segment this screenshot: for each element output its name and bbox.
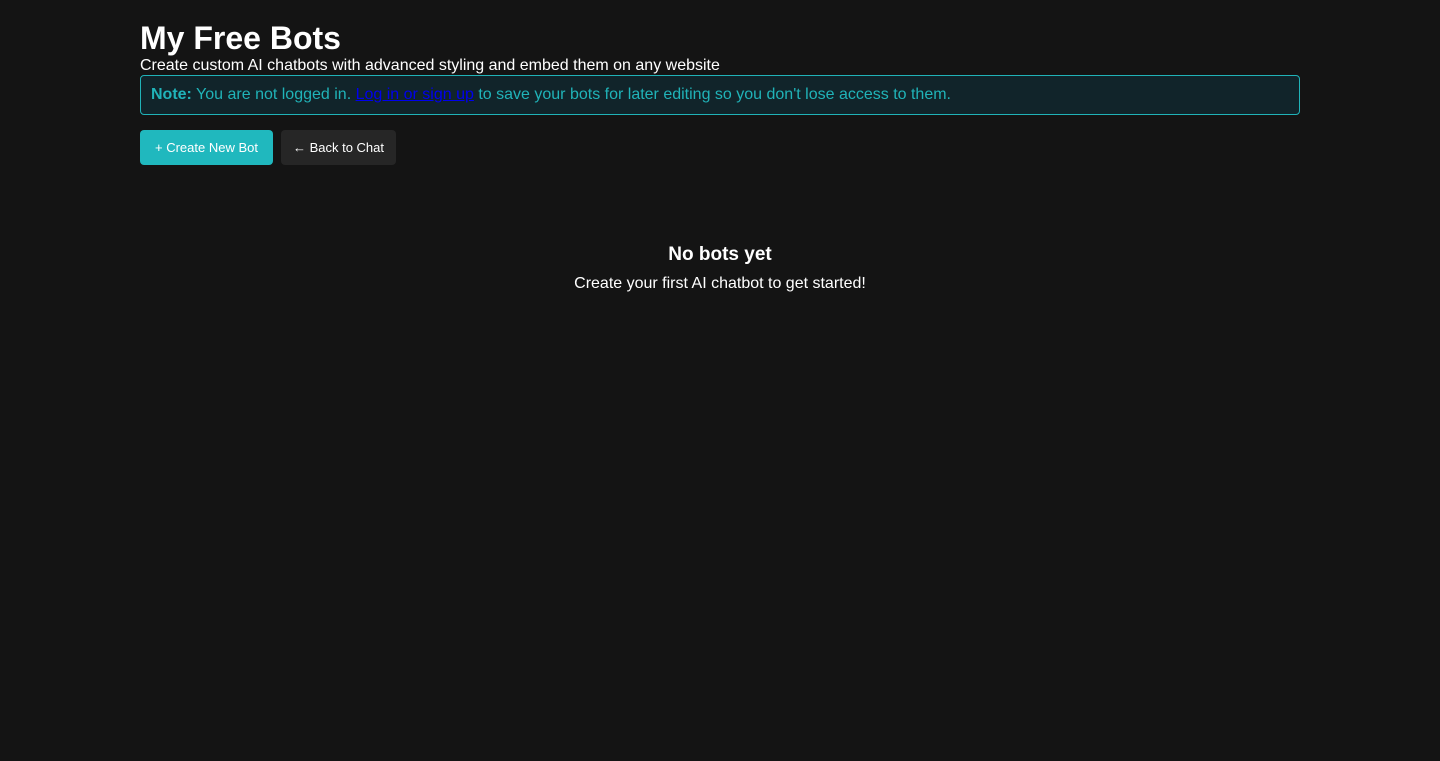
login-signup-link[interactable]: Log in or sign up: [356, 86, 474, 103]
back-to-chat-button[interactable]: ← Back to Chat: [281, 130, 396, 165]
notice-text: Note: You are not logged in. Log in or s…: [151, 86, 951, 104]
empty-state: No bots yet Create your first AI chatbot…: [140, 244, 1300, 293]
notice-text-after: to save your bots for later editing so y…: [473, 86, 951, 103]
empty-state-text: Create your first AI chatbot to get star…: [574, 275, 866, 292]
notice-label: Note:: [151, 86, 192, 103]
notice-text-before: You are not logged in.: [191, 86, 356, 103]
page-subtitle: Create custom AI chatbots with advanced …: [140, 57, 720, 74]
login-notice: Note: You are not logged in. Log in or s…: [140, 75, 1300, 115]
page-title: My Free Bots: [140, 20, 341, 56]
empty-state-title: No bots yet: [668, 244, 772, 265]
create-new-bot-button[interactable]: + Create New Bot: [140, 130, 273, 165]
